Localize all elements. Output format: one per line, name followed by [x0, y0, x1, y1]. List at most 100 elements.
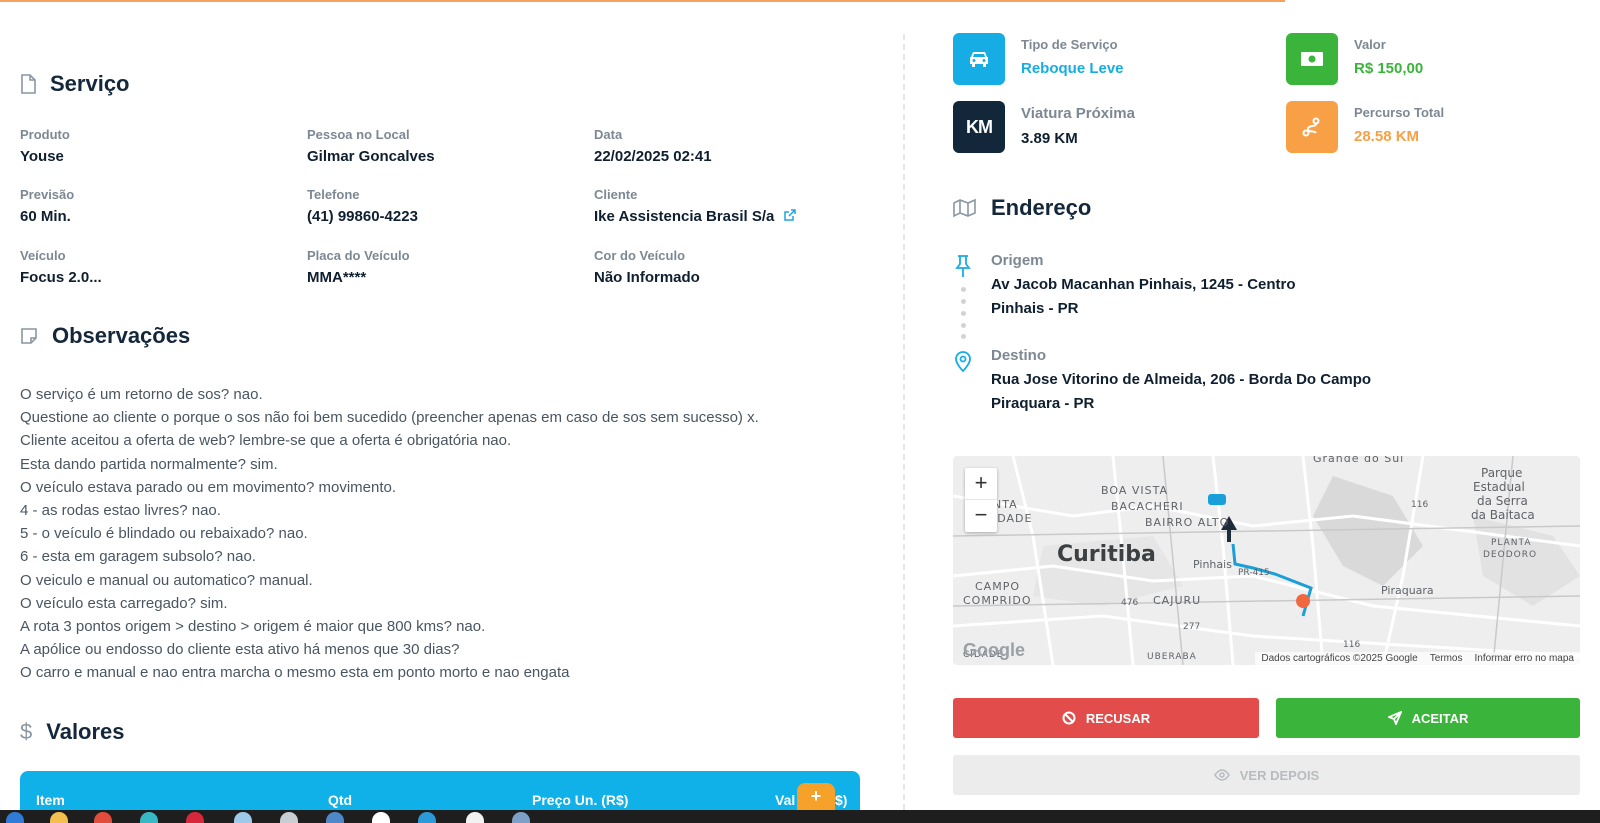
taskbar-app-icon[interactable] — [280, 812, 298, 823]
valores-table-header: Item Qtd Preço Un. (R$) Val $) — [20, 771, 860, 811]
obs-line: O carro e manual e nao entra marcha o me… — [20, 664, 570, 682]
field-value: Youse — [20, 148, 64, 165]
field-label: Cor do Veículo — [594, 248, 686, 263]
field-label: Data — [594, 127, 623, 142]
map-label: Parque — [1481, 466, 1523, 480]
map-attribution: Dados cartográficos ©2025 Google Termos … — [1255, 652, 1580, 665]
field-value: Gilmar Goncalves — [307, 148, 435, 165]
stat-value: 28.58 KM — [1354, 128, 1420, 145]
obs-line: 4 - as rodas estao livres? nao. — [20, 502, 221, 520]
field-veiculo: Veículo Focus 2.0... — [20, 248, 300, 286]
field-placa: Placa do Veículo MMA**** — [307, 248, 587, 286]
obs-line: 5 - o veículo é blindado ou rebaixado? n… — [20, 525, 308, 543]
taskbar-app-icon[interactable] — [466, 812, 484, 823]
external-link-icon[interactable] — [784, 209, 797, 224]
field-value: 60 Min. — [20, 208, 71, 225]
stat-viatura-proxima: KM Viatura Próxima 3.89 KM — [953, 101, 1135, 153]
map-zoom-control: + − — [965, 468, 997, 532]
obs-line: A rota 3 pontos origem > destino > orige… — [20, 618, 486, 636]
field-pessoa-local: Pessoa no Local Gilmar Goncalves — [307, 127, 587, 165]
money-icon — [1286, 33, 1338, 85]
map-label: BACACHERI — [1111, 500, 1184, 513]
observacoes-text: O serviço é um retorno de sos? nao. Ques… — [20, 383, 860, 685]
google-logo: Google — [963, 640, 1025, 660]
field-label: Pessoa no Local — [307, 127, 410, 142]
send-icon — [1387, 711, 1402, 725]
stat-label: Viatura Próxima — [1021, 105, 1135, 122]
observacoes-title: Observações — [20, 323, 190, 349]
taskbar-app-icon[interactable] — [418, 812, 436, 823]
field-value: Não Informado — [594, 269, 700, 286]
map-label: 476 — [1121, 598, 1139, 608]
zoom-in-button[interactable]: + — [965, 468, 997, 500]
stat-tipo-servico: Tipo de Serviço Reboque Leve — [953, 33, 1124, 85]
map-data-credit: Dados cartográficos ©2025 Google — [1261, 653, 1418, 664]
accept-button[interactable]: ACEITAR — [1276, 698, 1580, 738]
col-valor: Val — [775, 792, 796, 808]
map-label: 116 — [1411, 500, 1429, 510]
add-item-button[interactable]: + — [797, 783, 835, 813]
note-icon — [21, 328, 37, 344]
map-terms-link[interactable]: Termos — [1430, 653, 1463, 664]
field-label: Previsão — [20, 187, 75, 202]
map-icon — [953, 198, 976, 218]
map-label: Estadual — [1473, 480, 1525, 494]
field-label: Cliente — [594, 187, 638, 202]
route-map[interactable]: Grande do Sul BOA VISTA BACACHERI BAIRRO… — [953, 456, 1580, 665]
taskbar-app-icon[interactable] — [6, 812, 24, 823]
field-label: Veículo — [20, 248, 66, 263]
destino-label: Destino — [991, 347, 1047, 364]
stat-percurso-total: Percurso Total 28.58 KM — [1286, 101, 1444, 153]
field-value: (41) 99860-4223 — [307, 208, 418, 225]
km-icon: KM — [953, 101, 1005, 153]
stat-value: Reboque Leve — [1021, 60, 1124, 77]
taskbar-app-icon[interactable] — [234, 812, 252, 823]
taskbar-app-icon[interactable] — [50, 812, 68, 823]
obs-line: O veículo estava parado ou em movimento?… — [20, 478, 397, 496]
col-valor-suffix: $) — [835, 792, 848, 808]
obs-line: Esta dando partida normalmente? sim. — [20, 455, 278, 473]
map-label: UBERABA — [1147, 652, 1197, 662]
os-taskbar — [0, 810, 1600, 823]
col-qtd: Qtd — [328, 792, 353, 808]
taskbar-app-icon[interactable] — [326, 812, 344, 823]
col-preco: Preço Un. (R$) — [532, 792, 629, 808]
obs-line: A apólice ou endosso do cliente esta ati… — [20, 641, 460, 659]
taskbar-app-icon[interactable] — [372, 812, 390, 823]
taskbar-app-icon[interactable] — [512, 812, 530, 823]
map-label: BAIRRO ALTO — [1145, 516, 1230, 529]
cliente-value: Ike Assistencia Brasil S/a — [594, 208, 775, 225]
map-report-link[interactable]: Informar erro no mapa — [1475, 653, 1575, 664]
obs-line: O serviço é um retorno de sos? nao. — [20, 386, 263, 403]
location-pin-icon — [955, 351, 971, 373]
origem-label: Origem — [991, 252, 1044, 269]
stat-value: R$ 150,00 — [1354, 60, 1424, 77]
obs-line: 6 - esta em garagem subsolo? nao. — [20, 548, 256, 566]
obs-line: Cliente aceitou a oferta de web? lembre-… — [20, 432, 512, 450]
col-item: Item — [36, 792, 65, 808]
view-later-button[interactable]: VER DEPOIS — [953, 755, 1580, 795]
endereco-title: Endereço — [953, 195, 1091, 221]
stat-label: Percurso Total — [1354, 105, 1445, 120]
map-label: CAMPO — [975, 580, 1020, 593]
field-previsao: Previsão 60 Min. — [20, 187, 300, 225]
map-label: COMPRIDO — [963, 594, 1032, 607]
map-label: 277 — [1183, 622, 1201, 632]
valores-title: $ Valores — [20, 719, 125, 744]
field-label: Placa do Veículo — [307, 248, 410, 263]
map-label: DEODORO — [1483, 550, 1538, 560]
field-telefone: Telefone (41) 99860-4223 — [307, 187, 587, 225]
map-label: PR-415 — [1238, 568, 1270, 578]
taskbar-app-icon[interactable] — [186, 812, 204, 823]
pin-icon — [955, 255, 971, 277]
taskbar-app-icon[interactable] — [140, 812, 158, 823]
refuse-button[interactable]: RECUSAR — [953, 698, 1259, 738]
field-produto: Produto Youse — [20, 127, 300, 165]
column-divider — [903, 34, 905, 810]
taskbar-app-icon[interactable] — [94, 812, 112, 823]
map-label: PLANTA — [1491, 538, 1532, 548]
field-data: Data 22/02/2025 02:41 — [594, 127, 874, 165]
servico-title: Serviço — [20, 71, 130, 97]
zoom-out-button[interactable]: − — [965, 500, 997, 532]
stat-label: Tipo de Serviço — [1021, 37, 1118, 52]
